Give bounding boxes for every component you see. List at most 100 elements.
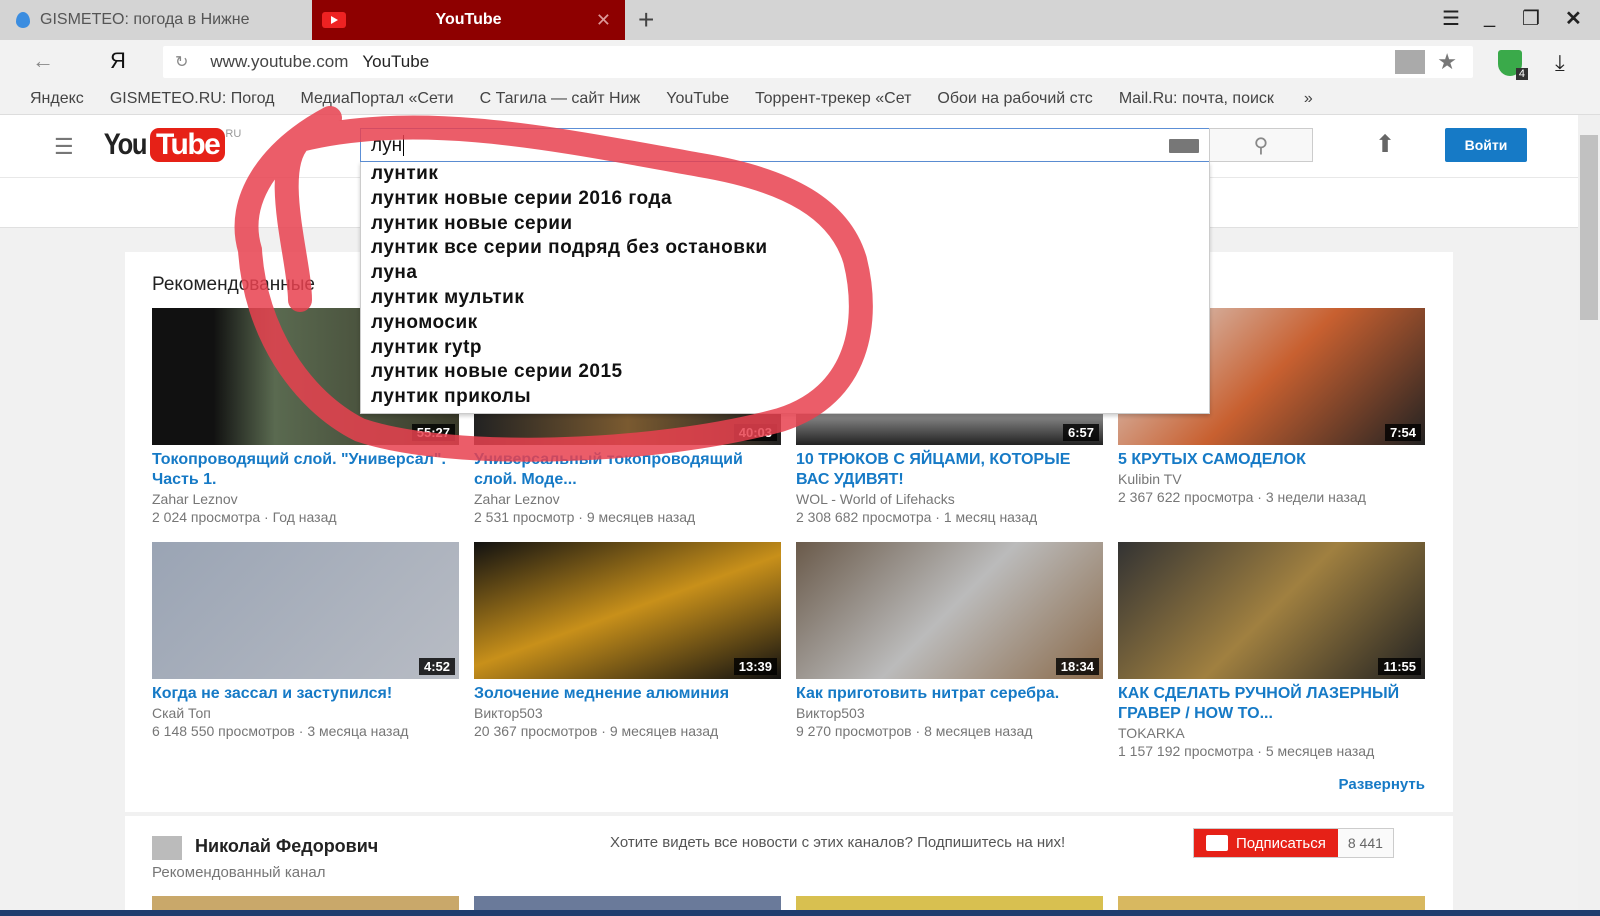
video-card: 13:39 Золочение меднение алюминия Виктор… bbox=[474, 542, 784, 740]
page-title-text: YouTube bbox=[362, 52, 430, 71]
video-title[interactable]: Как приготовить нитрат серебра. bbox=[796, 684, 1106, 704]
video-duration: 4:52 bbox=[418, 658, 455, 675]
video-card: 11:55 КАК СДЕЛАТЬ РУЧНОЙ ЛАЗЕРНЫЙ ГРАВЕР… bbox=[1118, 542, 1428, 760]
suggestion[interactable]: лунтик приколы bbox=[361, 385, 1209, 410]
video-views: 2 367 622 просмотра bbox=[1118, 489, 1254, 505]
video-title[interactable]: 5 КРУТЫХ САМОДЕЛОК bbox=[1118, 450, 1428, 470]
guide-menu-icon[interactable]: ☰ bbox=[54, 134, 74, 160]
video-views: 1 157 192 просмотра bbox=[1118, 743, 1254, 759]
video-card: 18:34 Как приготовить нитрат серебра. Ви… bbox=[796, 542, 1106, 740]
search-suggestions: лунтик лунтик новые серии 2016 года лунт… bbox=[360, 162, 1210, 414]
youtube-logo[interactable]: You Tube RU bbox=[100, 128, 241, 162]
video-title[interactable]: Токопроводящий слой. "Универсал". Часть … bbox=[152, 450, 462, 490]
address-bar[interactable]: ↻ www.youtube.com YouTube ★ bbox=[163, 46, 1473, 78]
video-views: 20 367 просмотров bbox=[474, 723, 598, 739]
video-duration: 55:27 bbox=[411, 424, 455, 441]
scrollbar-thumb[interactable] bbox=[1580, 135, 1598, 320]
login-button[interactable]: Войти bbox=[1445, 128, 1527, 162]
suggestion[interactable]: лунтик новые серии bbox=[361, 212, 1209, 237]
youtube-play-icon bbox=[1206, 835, 1228, 851]
reload-icon[interactable]: ↻ bbox=[175, 52, 188, 72]
subscribe-group: Подписаться 8 441 bbox=[1193, 828, 1394, 858]
video-thumbnail[interactable]: 13:39 bbox=[474, 542, 781, 679]
yandex-button[interactable]: Я bbox=[110, 48, 126, 74]
video-channel[interactable]: Виктор503 bbox=[796, 704, 1106, 722]
video-duration: 40:03 bbox=[733, 424, 777, 441]
video-channel[interactable]: Zahar Leznov bbox=[152, 490, 462, 508]
video-channel[interactable]: Виктор503 bbox=[474, 704, 784, 722]
video-channel[interactable]: TOKARKA bbox=[1118, 724, 1428, 742]
search-input[interactable]: лун bbox=[360, 128, 1210, 162]
suggestion[interactable]: лунтик мультик bbox=[361, 286, 1209, 311]
bookmark[interactable]: GISMETEO.RU: Погод bbox=[110, 90, 275, 108]
video-channel[interactable]: Скай Топ bbox=[152, 704, 462, 722]
video-channel[interactable]: WOL - World of Lifehacks bbox=[796, 490, 1106, 508]
bookmark[interactable]: МедиаПортал «Сети bbox=[300, 90, 453, 108]
bookmark[interactable]: Торрент-трекер «Сет bbox=[755, 90, 911, 108]
gismeteo-drop-icon bbox=[16, 12, 30, 28]
section-title: Рекомендованные bbox=[152, 274, 315, 295]
lock-icon[interactable] bbox=[1395, 50, 1426, 74]
bookmark[interactable]: С Тагила — сайт Ниж bbox=[480, 90, 641, 108]
channel-section: Николай Федорович Рекомендованный канал … bbox=[125, 816, 1453, 916]
video-views: 2 531 просмотр bbox=[474, 509, 575, 525]
video-age: Год назад bbox=[272, 509, 337, 525]
menu-icon[interactable]: ☰ bbox=[1442, 6, 1460, 31]
video-thumbnail[interactable]: 4:52 bbox=[152, 542, 459, 679]
logo-you: You bbox=[103, 128, 148, 161]
star-icon[interactable]: ★ bbox=[1437, 49, 1457, 75]
download-icon[interactable]: ⤓ bbox=[1555, 50, 1565, 76]
adguard-shield-icon[interactable]: 4 bbox=[1498, 50, 1528, 80]
bookmark[interactable]: Обои на рабочий стс bbox=[937, 90, 1092, 108]
video-age: 5 месяцев назад bbox=[1265, 743, 1375, 759]
video-title[interactable]: КАК СДЕЛАТЬ РУЧНОЙ ЛАЗЕРНЫЙ ГРАВЕР / HOW… bbox=[1118, 684, 1428, 724]
subscriber-count: 8 441 bbox=[1337, 829, 1393, 857]
video-title[interactable]: Золочение меднение алюминия bbox=[474, 684, 784, 704]
tab-youtube[interactable]: YouTube ✕ bbox=[312, 0, 625, 40]
suggestion[interactable]: лунтик rytp bbox=[361, 336, 1209, 361]
bookmark[interactable]: YouTube bbox=[666, 90, 729, 108]
video-card: 4:52 Когда не зассал и заступился! Скай … bbox=[152, 542, 462, 740]
bookmarks-more-button[interactable]: » bbox=[1304, 90, 1313, 108]
subscribe-button[interactable]: Подписаться bbox=[1194, 829, 1338, 857]
back-button[interactable]: ← bbox=[32, 48, 54, 74]
upload-icon[interactable]: ⬆ bbox=[1375, 130, 1395, 159]
video-title[interactable]: 10 ТРЮКОВ С ЯЙЦАМИ, КОТОРЫЕ ВАС УДИВЯТ! bbox=[796, 450, 1106, 490]
bookmark[interactable]: Mail.Ru: почта, поиск bbox=[1119, 90, 1274, 108]
tab-gismeteo[interactable]: GISMETEO: погода в Нижне bbox=[0, 0, 312, 40]
video-thumbnail[interactable]: 11:55 bbox=[1118, 542, 1425, 679]
video-title[interactable]: Когда не зассал и заступился! bbox=[152, 684, 462, 704]
video-channel[interactable]: Kulibin TV bbox=[1118, 470, 1428, 488]
region-label: RU bbox=[225, 128, 242, 140]
expand-link[interactable]: Развернуть bbox=[1339, 776, 1425, 793]
video-age: 8 месяцев назад bbox=[924, 723, 1033, 739]
channel-avatar[interactable] bbox=[152, 836, 182, 860]
suggestion[interactable]: лунтик все серии подряд без остановки bbox=[361, 236, 1209, 261]
suggestion[interactable]: луна bbox=[361, 261, 1209, 286]
video-title[interactable]: Универсальный токопроводящий слой. Моде.… bbox=[474, 450, 784, 490]
channel-subtitle: Рекомендованный канал bbox=[152, 864, 326, 881]
video-channel[interactable]: Zahar Leznov bbox=[474, 490, 784, 508]
new-tab-button[interactable]: + bbox=[638, 4, 654, 36]
suggestion[interactable]: луномосик bbox=[361, 311, 1209, 336]
minimize-button[interactable]: _ bbox=[1484, 6, 1495, 29]
close-tab-icon[interactable]: ✕ bbox=[596, 10, 611, 31]
keyboard-icon[interactable] bbox=[1169, 139, 1199, 153]
video-duration: 13:39 bbox=[733, 658, 777, 675]
restore-button[interactable]: ❐ bbox=[1522, 6, 1540, 31]
video-views: 6 148 550 просмотров bbox=[152, 723, 295, 739]
channel-name[interactable]: Николай Федорович bbox=[195, 836, 378, 857]
close-window-button[interactable]: ✕ bbox=[1565, 6, 1582, 31]
suggestion[interactable]: лунтик новые серии 2016 года bbox=[361, 187, 1209, 212]
bookmark[interactable]: Яндекс bbox=[30, 90, 84, 108]
video-views: 2 024 просмотра bbox=[152, 509, 261, 525]
search-button[interactable]: ⚲ bbox=[1209, 128, 1313, 162]
video-duration: 11:55 bbox=[1378, 658, 1421, 675]
url-text: www.youtube.com bbox=[210, 52, 349, 71]
search-value: лун bbox=[371, 135, 403, 156]
suggestion[interactable]: лунтик bbox=[361, 162, 1209, 187]
video-thumbnail[interactable]: 18:34 bbox=[796, 542, 1103, 679]
video-duration: 6:57 bbox=[1062, 424, 1099, 441]
suggestion[interactable]: лунтик новые серии 2015 bbox=[361, 360, 1209, 385]
extension-badge: 4 bbox=[1515, 68, 1528, 80]
